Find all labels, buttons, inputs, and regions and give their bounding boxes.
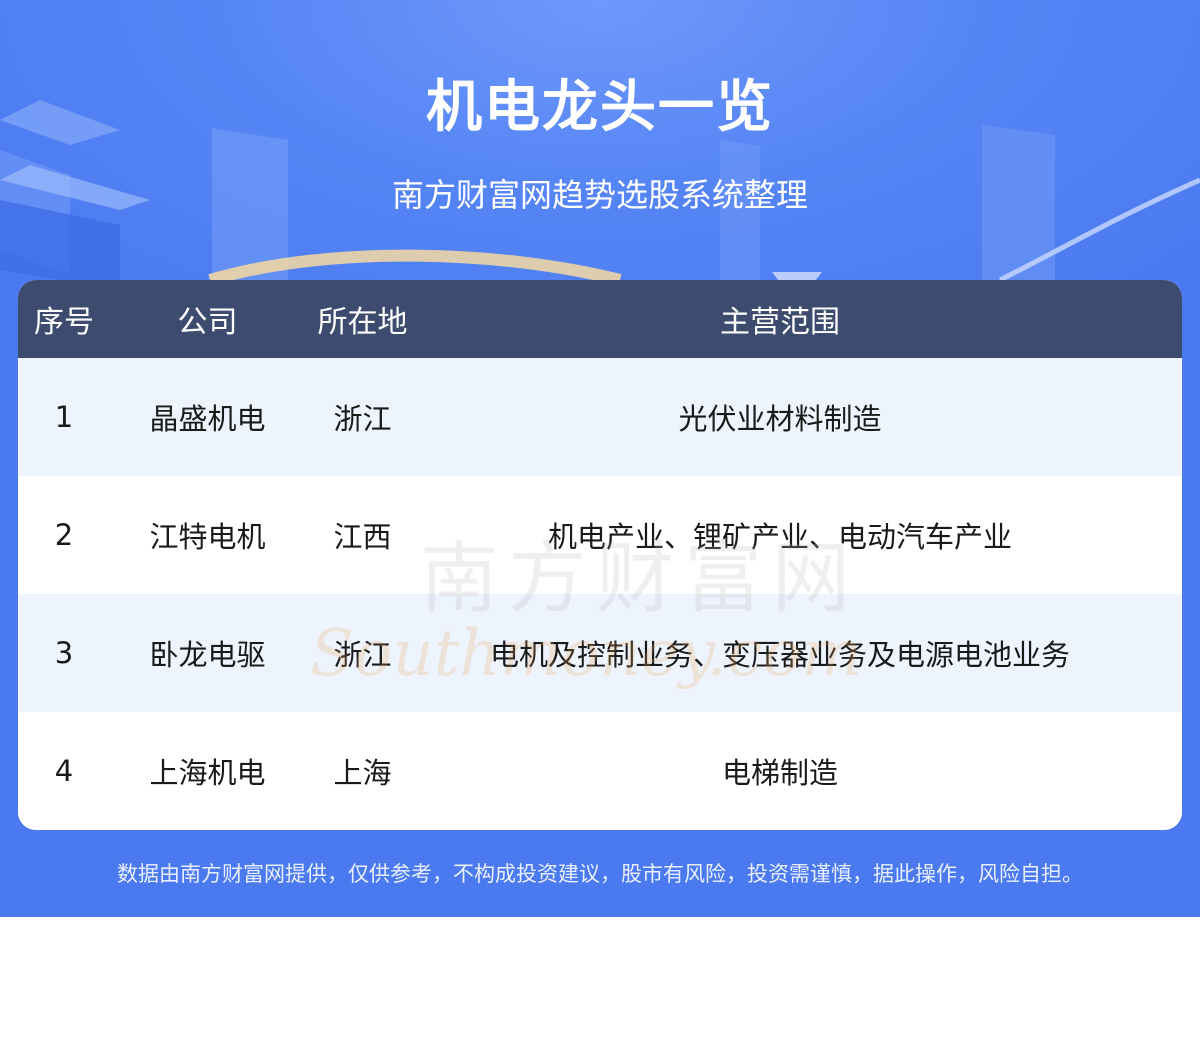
- cell-location: 浙江: [333, 638, 392, 672]
- table-row: 3 卧龙电驱 浙江 电机及控制业务、变压器业务及电源电池业务: [18, 594, 1182, 712]
- cell-index: 4: [54, 754, 74, 788]
- column-header-location: 所在地: [317, 305, 408, 340]
- table-row: 1 晶盛机电 浙江 光伏业材料制造: [18, 358, 1182, 476]
- cell-index: 1: [54, 400, 74, 434]
- column-header-business: 主营范围: [720, 305, 840, 340]
- column-header-index: 序号: [34, 305, 94, 340]
- table-row: 4 上海机电 上海 电梯制造: [18, 712, 1182, 830]
- disclaimer-text: 数据由南方财富网提供，仅供参考，不构成投资建议，股市有风险，投资需谨慎，据此操作…: [117, 862, 1083, 886]
- cell-index: 3: [54, 636, 74, 670]
- column-header-company: 公司: [177, 305, 238, 340]
- cell-company: 晶盛机电: [149, 402, 266, 436]
- decorative-buildings: [0, 100, 1200, 290]
- cell-company: 江特电机: [149, 520, 266, 554]
- poster: 机电龙头一览 南方财富网趋势选股系统整理 序号 公司 所在地 主营范围 1 晶盛…: [0, 0, 1200, 917]
- cell-business: 电梯制造: [721, 756, 838, 790]
- cell-company: 上海机电: [149, 756, 266, 790]
- cell-location: 江西: [333, 520, 392, 554]
- cell-business: 机电产业、锂矿产业、电动汽车产业: [547, 520, 1012, 554]
- table-header: 序号 公司 所在地 主营范围: [18, 280, 1182, 358]
- cell-company: 卧龙电驱: [149, 638, 266, 672]
- cell-location: 上海: [333, 756, 392, 790]
- data-table: 序号 公司 所在地 主营范围 1 晶盛机电 浙江 光伏业材料制造 2 江特电机 …: [18, 280, 1182, 830]
- cell-business: 光伏业材料制造: [678, 402, 882, 436]
- page-subtitle: 南方财富网趋势选股系统整理: [391, 176, 808, 214]
- page-title: 机电龙头一览: [426, 75, 774, 140]
- table-row: 2 江特电机 江西 机电产业、锂矿产业、电动汽车产业: [18, 476, 1182, 594]
- hero-banner: [0, 0, 1200, 300]
- cell-business: 电机及控制业务、变压器业务及电源电池业务: [489, 638, 1070, 672]
- cell-location: 浙江: [333, 402, 392, 436]
- cell-index: 2: [54, 518, 74, 552]
